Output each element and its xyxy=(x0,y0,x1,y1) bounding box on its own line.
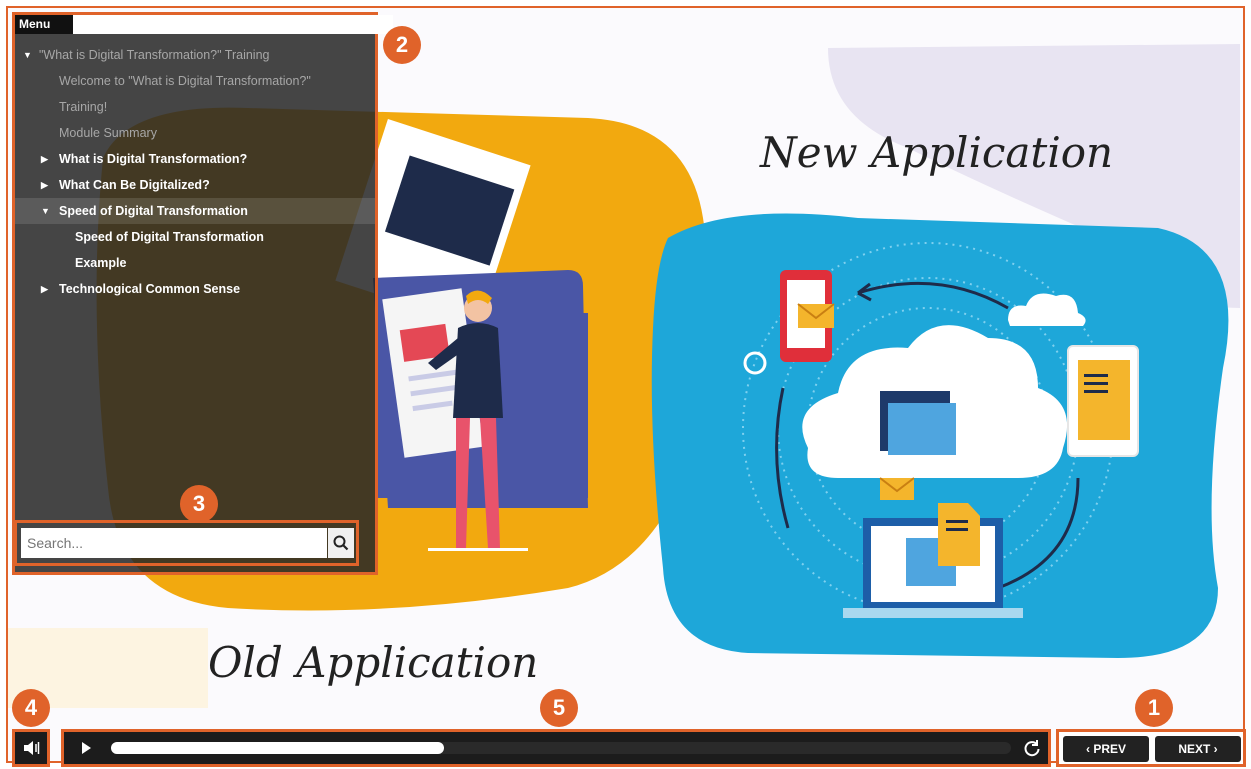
menu-item-module-summary[interactable]: Module Summary xyxy=(15,120,375,146)
menu-item-label: Speed of Digital Transformation xyxy=(59,204,248,218)
menu-item-technological-common-sense[interactable]: ▶ Technological Common Sense xyxy=(15,276,375,302)
menu-item-speed-of-dt[interactable]: ▼ Speed of Digital Transformation xyxy=(15,198,375,224)
menu-item-what-is-dt[interactable]: ▶ What is Digital Transformation? xyxy=(15,146,375,172)
callout-badge-5: 5 xyxy=(540,689,578,727)
search-button[interactable] xyxy=(328,528,354,558)
audio-toggle[interactable] xyxy=(12,729,50,767)
progress-fill xyxy=(111,742,444,754)
menu-item-label: What is Digital Transformation? xyxy=(59,152,248,166)
menu-tab[interactable]: Menu xyxy=(15,15,73,34)
play-icon[interactable] xyxy=(70,732,102,764)
callout-badge-4: 4 xyxy=(12,689,50,727)
prev-label: PREV xyxy=(1093,742,1127,756)
menu-item-label: Technological Common Sense xyxy=(59,282,241,296)
search-icon xyxy=(333,535,349,551)
caret-right-icon: ▶ xyxy=(41,154,48,164)
menu-item-welcome[interactable]: Welcome to "What is Digital Transformati… xyxy=(15,68,375,94)
old-application-heading: Old Application xyxy=(208,638,539,687)
chevron-right-icon: › xyxy=(1210,742,1218,756)
caret-right-icon: ▶ xyxy=(41,284,48,294)
new-application-heading: New Application xyxy=(760,128,1114,177)
menu-tab-strip xyxy=(73,15,393,34)
menu-item-label: What Can Be Digitalized? xyxy=(59,178,210,192)
replay-icon[interactable] xyxy=(1016,732,1048,764)
next-button[interactable]: NEXT › xyxy=(1155,736,1241,762)
caret-down-icon: ▼ xyxy=(41,206,50,216)
menu-item-welcome-cont[interactable]: Training! xyxy=(15,94,375,120)
menu-list: ▼ "What is Digital Transformation?" Trai… xyxy=(15,42,375,302)
menu-item-label: Training! xyxy=(59,100,108,114)
search-input[interactable] xyxy=(21,528,327,558)
progress-track[interactable] xyxy=(111,742,1011,754)
caret-down-icon: ▼ xyxy=(23,50,32,60)
menu-item-label: Module Summary xyxy=(59,126,157,140)
next-label: NEXT xyxy=(1178,742,1211,756)
callout-badge-2: 2 xyxy=(383,26,421,64)
playback-bar xyxy=(61,729,1051,767)
menu-item-label: Example xyxy=(75,256,127,270)
navigation-controls: ‹ PREV NEXT › xyxy=(1056,729,1246,767)
menu-item-what-can-be-digitalized[interactable]: ▶ What Can Be Digitalized? xyxy=(15,172,375,198)
speaker-icon xyxy=(24,741,40,755)
menu-item-example[interactable]: Example xyxy=(15,250,375,276)
menu-item-label: Welcome to "What is Digital Transformati… xyxy=(59,74,311,88)
menu-item-label: "What is Digital Transformation?" Traini… xyxy=(39,48,270,62)
menu-search xyxy=(14,520,359,566)
menu-item-speed-of-dt-page[interactable]: Speed of Digital Transformation xyxy=(15,224,375,250)
caret-right-icon: ▶ xyxy=(41,180,48,190)
menu-item-label: Speed of Digital Transformation xyxy=(75,230,264,244)
callout-badge-3: 3 xyxy=(180,485,218,523)
callout-badge-1: 1 xyxy=(1135,689,1173,727)
menu-item-course-root[interactable]: ▼ "What is Digital Transformation?" Trai… xyxy=(15,42,375,68)
prev-button[interactable]: ‹ PREV xyxy=(1063,736,1149,762)
